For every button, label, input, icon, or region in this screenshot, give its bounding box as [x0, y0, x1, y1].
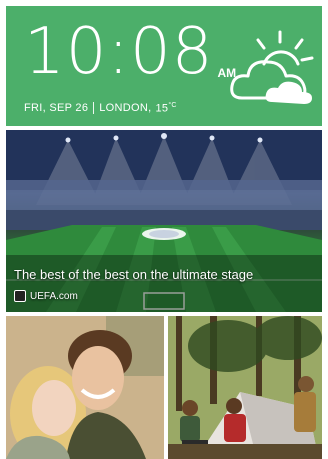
clock-weather-widget[interactable]: 10:08 AM FRI, SEP 26 LONDON, 15°C	[6, 6, 322, 126]
clock-location: LONDON,	[99, 102, 152, 115]
clock-temperature: 15°C	[155, 102, 177, 115]
couple-selfie-image	[6, 316, 164, 459]
photo-couple-selfie[interactable]	[6, 316, 164, 459]
photo-camping-tent[interactable]	[168, 316, 322, 459]
time-row: 10:08 AM	[24, 20, 236, 84]
news-source: UEFA.com	[14, 290, 78, 302]
partly-cloudy-icon[interactable]	[228, 28, 318, 108]
news-card[interactable]: The best of the best on the ultimate sta…	[6, 130, 322, 312]
clock-date: FRI, SEP 26	[24, 102, 89, 115]
date-location-line: FRI, SEP 26 LONDON, 15°C	[24, 102, 177, 115]
news-headline[interactable]: The best of the best on the ultimate sta…	[14, 267, 253, 282]
camping-tent-image	[168, 316, 322, 459]
news-source-label: UEFA.com	[30, 290, 78, 302]
uefa-logo-icon	[14, 290, 26, 302]
stadium-image	[6, 130, 322, 312]
divider	[93, 102, 95, 115]
clock-time: 10:08	[24, 15, 214, 89]
home-feed: 10:08 AM FRI, SEP 26 LONDON, 15°C The be…	[0, 0, 328, 459]
